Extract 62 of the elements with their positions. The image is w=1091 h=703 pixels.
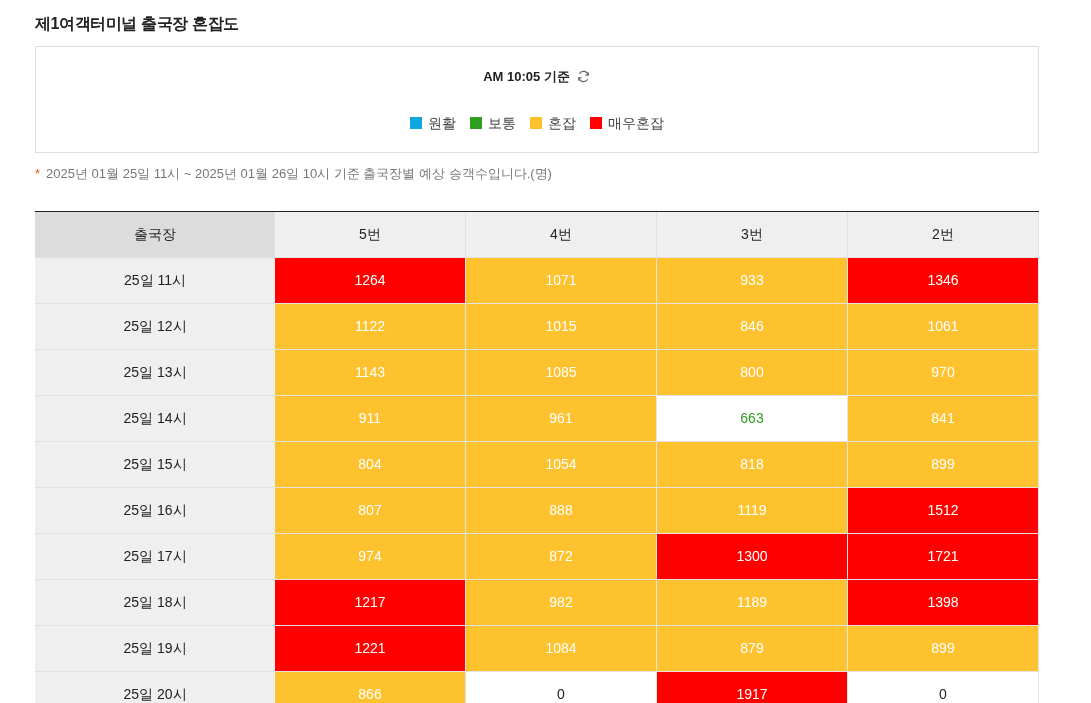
- count-cell: 1084: [466, 625, 657, 672]
- count-cell: 961: [466, 395, 657, 442]
- time-cell: 25일 11시: [35, 257, 275, 304]
- count-cell: 1217: [275, 579, 466, 626]
- count-cell: 841: [848, 395, 1039, 442]
- count-cell: 879: [657, 625, 848, 672]
- time-cell: 25일 17시: [35, 533, 275, 580]
- count-cell: 1346: [848, 257, 1039, 304]
- column-header: 2번: [848, 211, 1039, 258]
- count-cell: 1119: [657, 487, 848, 534]
- count-cell: 1085: [466, 349, 657, 396]
- count-cell: 818: [657, 441, 848, 488]
- count-cell: 933: [657, 257, 848, 304]
- legend-label: 혼잡: [548, 113, 576, 133]
- column-header: 출국장: [35, 211, 275, 258]
- count-cell: 1264: [275, 257, 466, 304]
- column-header: 5번: [275, 211, 466, 258]
- count-cell: 970: [848, 349, 1039, 396]
- count-cell: 1398: [848, 579, 1039, 626]
- time-cell: 25일 14시: [35, 395, 275, 442]
- count-cell: 663: [657, 395, 848, 442]
- time-cell: 25일 19시: [35, 625, 275, 672]
- count-cell: 982: [466, 579, 657, 626]
- count-cell: 911: [275, 395, 466, 442]
- column-header: 4번: [466, 211, 657, 258]
- count-cell: 1512: [848, 487, 1039, 534]
- page-title: 제1여객터미널 출국장 혼잡도: [35, 14, 240, 34]
- count-cell: 1015: [466, 303, 657, 350]
- column-header: 3번: [657, 211, 848, 258]
- count-cell: 1189: [657, 579, 848, 626]
- count-cell: 1221: [275, 625, 466, 672]
- count-cell: 1917: [657, 671, 848, 703]
- count-cell: 1721: [848, 533, 1039, 580]
- legend-label: 원활: [428, 113, 456, 133]
- time-cell: 25일 13시: [35, 349, 275, 396]
- count-cell: 1143: [275, 349, 466, 396]
- refresh-icon[interactable]: [575, 69, 591, 85]
- note-asterisk: *: [35, 165, 41, 183]
- count-cell: 1300: [657, 533, 848, 580]
- legend-label: 보통: [488, 113, 516, 133]
- count-cell: 899: [848, 441, 1039, 488]
- count-cell: 899: [848, 625, 1039, 672]
- time-cell: 25일 16시: [35, 487, 275, 534]
- time-cell: 25일 20시: [35, 671, 275, 703]
- count-cell: 1122: [275, 303, 466, 350]
- count-cell: 800: [657, 349, 848, 396]
- count-cell: 888: [466, 487, 657, 534]
- time-cell: 25일 12시: [35, 303, 275, 350]
- count-cell: 866: [275, 671, 466, 703]
- legend-label: 매우혼잡: [608, 113, 664, 133]
- time-cell: 25일 18시: [35, 579, 275, 626]
- count-cell: 1071: [466, 257, 657, 304]
- note-text: 2025년 01월 25일 11시 ~ 2025년 01월 26일 10시 기준 출국장별 예상 승객수입니다.(명): [46, 165, 552, 183]
- count-cell: 1054: [466, 441, 657, 488]
- count-cell: 804: [275, 441, 466, 488]
- count-cell: 846: [657, 303, 848, 350]
- time-label: AM 10:05 기준: [483, 68, 570, 86]
- time-cell: 25일 15시: [35, 441, 275, 488]
- count-cell: 807: [275, 487, 466, 534]
- count-cell: 974: [275, 533, 466, 580]
- count-cell: 1061: [848, 303, 1039, 350]
- count-cell: 872: [466, 533, 657, 580]
